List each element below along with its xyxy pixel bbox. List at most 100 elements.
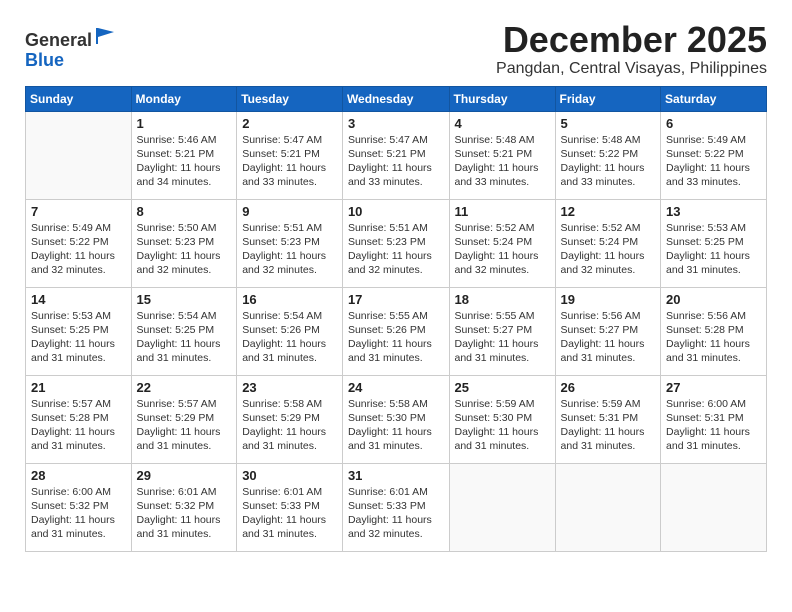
day-number: 6 [666, 116, 761, 131]
day-number: 13 [666, 204, 761, 219]
day-info: Sunrise: 5:51 AMSunset: 5:23 PMDaylight:… [242, 221, 337, 278]
logo-flag-icon [94, 24, 116, 46]
table-row: 20 Sunrise: 5:56 AMSunset: 5:28 PMDayligh… [661, 287, 767, 375]
day-number: 9 [242, 204, 337, 219]
day-info: Sunrise: 5:47 AMSunset: 5:21 PMDaylight:… [242, 133, 337, 190]
table-row: 15 Sunrise: 5:54 AMSunset: 5:25 PMDayligh… [131, 287, 237, 375]
day-info: Sunrise: 5:59 AMSunset: 5:30 PMDaylight:… [455, 397, 550, 454]
day-number: 26 [561, 380, 656, 395]
day-number: 22 [137, 380, 232, 395]
day-number: 1 [137, 116, 232, 131]
day-info: Sunrise: 5:47 AMSunset: 5:21 PMDaylight:… [348, 133, 444, 190]
calendar-week-row: 28 Sunrise: 6:00 AMSunset: 5:32 PMDayligh… [26, 463, 767, 551]
day-number: 30 [242, 468, 337, 483]
logo-general-text: General [25, 30, 92, 50]
day-info: Sunrise: 6:01 AMSunset: 5:32 PMDaylight:… [137, 485, 232, 542]
day-number: 7 [31, 204, 126, 219]
day-info: Sunrise: 6:00 AMSunset: 5:31 PMDaylight:… [666, 397, 761, 454]
day-number: 23 [242, 380, 337, 395]
day-number: 31 [348, 468, 444, 483]
day-number: 2 [242, 116, 337, 131]
day-info: Sunrise: 5:58 AMSunset: 5:29 PMDaylight:… [242, 397, 337, 454]
table-row: 7 Sunrise: 5:49 AMSunset: 5:22 PMDaylight… [26, 199, 132, 287]
day-info: Sunrise: 5:56 AMSunset: 5:28 PMDaylight:… [666, 309, 761, 366]
table-row: 1Sunrise: 5:46 AMSunset: 5:21 PMDaylight… [131, 111, 237, 199]
location-title: Pangdan, Central Visayas, Philippines [496, 60, 767, 78]
day-number: 27 [666, 380, 761, 395]
table-row: 3 Sunrise: 5:47 AMSunset: 5:21 PMDaylight… [342, 111, 449, 199]
day-number: 14 [31, 292, 126, 307]
table-row: 5Sunrise: 5:48 AMSunset: 5:22 PMDaylight… [555, 111, 661, 199]
day-info: Sunrise: 5:49 AMSunset: 5:22 PMDaylight:… [31, 221, 126, 278]
day-number: 28 [31, 468, 126, 483]
day-info: Sunrise: 6:01 AMSunset: 5:33 PMDaylight:… [242, 485, 337, 542]
calendar-week-row: 1Sunrise: 5:46 AMSunset: 5:21 PMDaylight… [26, 111, 767, 199]
table-row: 25 Sunrise: 5:59 AMSunset: 5:30 PMDayligh… [449, 375, 555, 463]
day-number: 17 [348, 292, 444, 307]
table-row: 19Sunrise: 5:56 AMSunset: 5:27 PMDayligh… [555, 287, 661, 375]
day-info: Sunrise: 5:57 AMSunset: 5:29 PMDaylight:… [137, 397, 232, 454]
table-row: 22 Sunrise: 5:57 AMSunset: 5:29 PMDayligh… [131, 375, 237, 463]
table-row: 12Sunrise: 5:52 AMSunset: 5:24 PMDayligh… [555, 199, 661, 287]
day-info: Sunrise: 6:01 AMSunset: 5:33 PMDaylight:… [348, 485, 444, 542]
table-row: 21 Sunrise: 5:57 AMSunset: 5:28 PMDayligh… [26, 375, 132, 463]
table-row [661, 463, 767, 551]
table-row: 23 Sunrise: 5:58 AMSunset: 5:29 PMDayligh… [237, 375, 343, 463]
day-info: Sunrise: 6:00 AMSunset: 5:32 PMDaylight:… [31, 485, 126, 542]
table-row: 28 Sunrise: 6:00 AMSunset: 5:32 PMDayligh… [26, 463, 132, 551]
day-number: 25 [455, 380, 550, 395]
day-number: 19 [561, 292, 656, 307]
table-row [449, 463, 555, 551]
table-row [555, 463, 661, 551]
day-number: 15 [137, 292, 232, 307]
day-number: 20 [666, 292, 761, 307]
day-info: Sunrise: 5:55 AMSunset: 5:27 PMDaylight:… [455, 309, 550, 366]
day-number: 12 [561, 204, 656, 219]
day-number: 8 [137, 204, 232, 219]
table-row: 30 Sunrise: 6:01 AMSunset: 5:33 PMDayligh… [237, 463, 343, 551]
title-block: December 2025 Pangdan, Central Visayas, … [496, 20, 767, 78]
table-row: 4 Sunrise: 5:48 AMSunset: 5:21 PMDaylight… [449, 111, 555, 199]
day-info: Sunrise: 5:54 AMSunset: 5:25 PMDaylight:… [137, 309, 232, 366]
day-info: Sunrise: 5:49 AMSunset: 5:22 PMDaylight:… [666, 133, 761, 190]
day-number: 3 [348, 116, 444, 131]
calendar-table: Sunday Monday Tuesday Wednesday Thursday… [25, 86, 767, 552]
day-number: 21 [31, 380, 126, 395]
col-sunday: Sunday [26, 86, 132, 111]
logo: General Blue [25, 24, 116, 71]
day-info: Sunrise: 5:55 AMSunset: 5:26 PMDaylight:… [348, 309, 444, 366]
logo-blue-text: Blue [25, 50, 64, 70]
day-info: Sunrise: 5:51 AMSunset: 5:23 PMDaylight:… [348, 221, 444, 278]
table-row: 18 Sunrise: 5:55 AMSunset: 5:27 PMDayligh… [449, 287, 555, 375]
table-row: 6 Sunrise: 5:49 AMSunset: 5:22 PMDaylight… [661, 111, 767, 199]
day-info: Sunrise: 5:58 AMSunset: 5:30 PMDaylight:… [348, 397, 444, 454]
day-info: Sunrise: 5:54 AMSunset: 5:26 PMDaylight:… [242, 309, 337, 366]
month-title: December 2025 [496, 20, 767, 60]
table-row: 27 Sunrise: 6:00 AMSunset: 5:31 PMDayligh… [661, 375, 767, 463]
col-thursday: Thursday [449, 86, 555, 111]
table-row: 31 Sunrise: 6:01 AMSunset: 5:33 PMDayligh… [342, 463, 449, 551]
day-number: 4 [455, 116, 550, 131]
table-row [26, 111, 132, 199]
calendar-week-row: 7 Sunrise: 5:49 AMSunset: 5:22 PMDaylight… [26, 199, 767, 287]
day-info: Sunrise: 5:57 AMSunset: 5:28 PMDaylight:… [31, 397, 126, 454]
table-row: 26 Sunrise: 5:59 AMSunset: 5:31 PMDayligh… [555, 375, 661, 463]
day-info: Sunrise: 5:59 AMSunset: 5:31 PMDaylight:… [561, 397, 656, 454]
table-row: 8Sunrise: 5:50 AMSunset: 5:23 PMDaylight… [131, 199, 237, 287]
page: General Blue December 2025 Pangdan, Cent… [0, 0, 792, 612]
day-number: 11 [455, 204, 550, 219]
header: General Blue December 2025 Pangdan, Cent… [25, 20, 767, 78]
table-row: 24Sunrise: 5:58 AMSunset: 5:30 PMDayligh… [342, 375, 449, 463]
table-row: 9 Sunrise: 5:51 AMSunset: 5:23 PMDaylight… [237, 199, 343, 287]
table-row: 10Sunrise: 5:51 AMSunset: 5:23 PMDayligh… [342, 199, 449, 287]
col-monday: Monday [131, 86, 237, 111]
table-row: 17 Sunrise: 5:55 AMSunset: 5:26 PMDayligh… [342, 287, 449, 375]
table-row: 13Sunrise: 5:53 AMSunset: 5:25 PMDayligh… [661, 199, 767, 287]
table-row: 16Sunrise: 5:54 AMSunset: 5:26 PMDayligh… [237, 287, 343, 375]
table-row: 11Sunrise: 5:52 AMSunset: 5:24 PMDayligh… [449, 199, 555, 287]
day-number: 18 [455, 292, 550, 307]
day-info: Sunrise: 5:48 AMSunset: 5:21 PMDaylight:… [455, 133, 550, 190]
table-row: 29Sunrise: 6:01 AMSunset: 5:32 PMDayligh… [131, 463, 237, 551]
table-row: 2 Sunrise: 5:47 AMSunset: 5:21 PMDaylight… [237, 111, 343, 199]
day-number: 5 [561, 116, 656, 131]
